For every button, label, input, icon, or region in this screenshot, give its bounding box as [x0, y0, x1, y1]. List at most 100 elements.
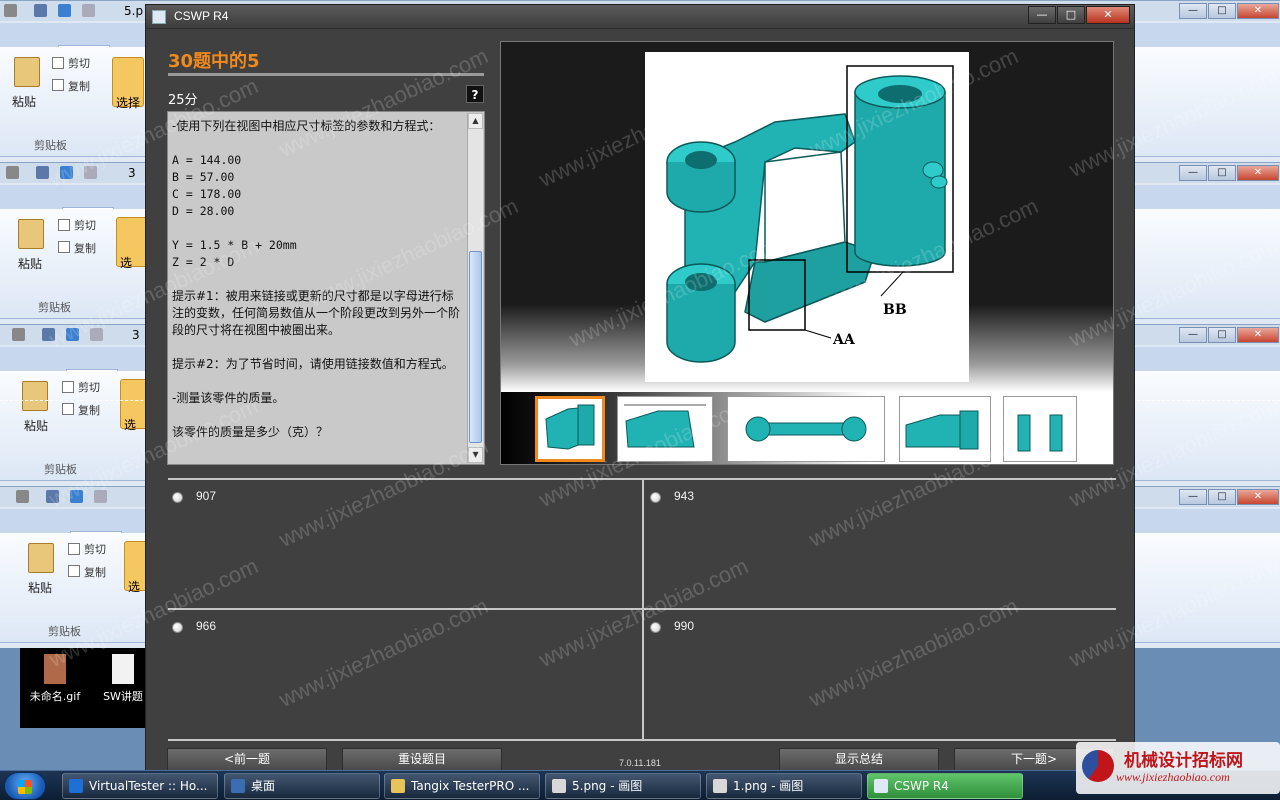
close-button[interactable]: ✕ — [1086, 6, 1130, 24]
clipboard-group-label: 剪贴板 — [34, 139, 67, 152]
save-icon[interactable] — [46, 490, 59, 503]
select-tool[interactable]: 选 — [116, 217, 148, 270]
maximize-button[interactable]: □ — [1208, 327, 1236, 343]
clipboard-icon[interactable] — [14, 57, 40, 87]
taskbar-item-5png[interactable]: 5.png - 画图 — [545, 773, 701, 799]
undo-icon[interactable] — [70, 490, 83, 503]
radio-button[interactable] — [172, 622, 183, 633]
previous-question-button[interactable]: <前一题 — [167, 748, 327, 771]
radio-button[interactable] — [650, 492, 661, 503]
copy-button[interactable]: 复制 — [84, 564, 106, 580]
clipboard-icon[interactable] — [28, 543, 54, 573]
clipboard-icon[interactable] — [18, 219, 44, 249]
scissors-icon[interactable] — [52, 57, 64, 69]
cut-button[interactable]: 剪切 — [84, 541, 106, 557]
minimize-button[interactable]: — — [1179, 489, 1207, 505]
start-button[interactable] — [4, 772, 46, 800]
close-button[interactable]: ✕ — [1237, 165, 1279, 181]
minimize-button[interactable]: — — [1179, 3, 1207, 19]
minimize-button[interactable]: — — [1179, 327, 1207, 343]
save-icon[interactable] — [34, 4, 47, 17]
close-button[interactable]: ✕ — [1237, 327, 1279, 343]
header-divider — [168, 73, 484, 76]
cut-button[interactable]: 剪切 — [74, 217, 96, 233]
minimize-button[interactable]: — — [1179, 165, 1207, 181]
paint-icon — [552, 779, 566, 793]
redo-icon[interactable] — [94, 490, 107, 503]
thumbnail-5[interactable] — [1003, 396, 1077, 462]
save-icon[interactable] — [42, 328, 55, 341]
scroll-thumb[interactable] — [469, 251, 482, 443]
answer-option-2[interactable]: 943 — [646, 480, 1116, 608]
help-button[interactable]: ? — [466, 85, 484, 103]
answer-option-1[interactable]: 907 — [168, 480, 638, 608]
answer-grid: 907 943 966 990 — [168, 478, 1116, 741]
close-button[interactable]: ✕ — [1237, 3, 1279, 19]
part-image[interactable]: AA BB — [645, 52, 969, 382]
copy-icon[interactable] — [58, 241, 70, 253]
undo-icon[interactable] — [66, 328, 79, 341]
close-button[interactable]: ✕ — [1237, 489, 1279, 505]
clipboard-icon[interactable] — [22, 381, 48, 411]
copy-icon[interactable] — [62, 403, 74, 415]
taskbar-item-testerpro[interactable]: Tangix TesterPRO ... — [384, 773, 540, 799]
thumbnail-2[interactable] — [617, 396, 713, 462]
question-line: -测量该零件的质量。 — [172, 391, 285, 405]
cut-button[interactable]: 剪切 — [68, 55, 90, 71]
desktop-file-gif[interactable]: 未命名.gif — [24, 648, 86, 704]
scissors-icon[interactable] — [68, 543, 80, 555]
undo-icon[interactable] — [58, 4, 71, 17]
scroll-up-arrow-icon[interactable]: ▲ — [468, 113, 483, 129]
maximize-button[interactable]: □ — [1208, 3, 1236, 19]
paste-button[interactable]: 粘贴 — [18, 255, 42, 272]
radio-button[interactable] — [172, 492, 183, 503]
paint-app-icon — [6, 166, 19, 179]
redo-icon[interactable] — [82, 4, 95, 17]
copy-button[interactable]: 复制 — [78, 402, 100, 418]
question-text-panel[interactable]: -使用下列在视图中相应尺寸标签的参数和方程式： A = 144.00 B = 5… — [167, 111, 485, 465]
reset-question-button[interactable]: 重设题目 — [342, 748, 502, 771]
redo-icon[interactable] — [90, 328, 103, 341]
copy-button[interactable]: 复制 — [68, 78, 90, 94]
scroll-down-arrow-icon[interactable]: ▼ — [468, 447, 483, 463]
select-tool[interactable]: 选择 — [112, 57, 144, 110]
dialog-titlebar[interactable]: CSWP R4 — □ ✕ — [146, 5, 1134, 29]
maximize-button[interactable]: □ — [1208, 489, 1236, 505]
answer-option-3[interactable]: 966 — [168, 610, 638, 738]
taskbar-item-1png[interactable]: 1.png - 画图 — [706, 773, 862, 799]
paste-button[interactable]: 粘贴 — [24, 417, 48, 434]
window-controls: — □ ✕ — [1179, 489, 1280, 507]
taskbar-item-cswp[interactable]: CSWP R4 — [867, 773, 1023, 799]
maximize-button[interactable]: □ — [1057, 6, 1085, 24]
thumbnail-4[interactable] — [899, 396, 991, 462]
brand-logo-overlay: 机械设计招标网 www.jixiezhaobiao.com — [1076, 742, 1280, 794]
maximize-button[interactable]: □ — [1208, 165, 1236, 181]
version-label: 7.0.11.181 — [619, 758, 661, 768]
thumbnail-drawing — [745, 416, 867, 442]
answer-option-4[interactable]: 990 — [646, 610, 1116, 738]
scissors-icon[interactable] — [58, 219, 70, 231]
minimize-button[interactable]: — — [1028, 6, 1056, 24]
taskbar-item-virtualtester[interactable]: VirtualTester :: Ho... — [62, 773, 218, 799]
desktop-area: 未命名.gif SW讲题 — [20, 648, 150, 728]
thumbnail-3[interactable] — [727, 396, 885, 462]
undo-icon[interactable] — [60, 166, 73, 179]
cut-button[interactable]: 剪切 — [78, 379, 100, 395]
radio-button[interactable] — [650, 622, 661, 633]
part-drawing: AA BB — [666, 65, 954, 363]
copy-icon[interactable] — [52, 79, 64, 91]
taskbar-item-desktop[interactable]: 桌面 — [224, 773, 380, 799]
divider — [642, 478, 644, 741]
file-name: SW讲题 — [103, 690, 143, 703]
paste-button[interactable]: 粘贴 — [28, 579, 52, 596]
redo-icon[interactable] — [84, 166, 97, 179]
save-icon[interactable] — [36, 166, 49, 179]
paste-button[interactable]: 粘贴 — [12, 93, 36, 110]
show-summary-button[interactable]: 显示总结 — [779, 748, 939, 771]
scissors-icon[interactable] — [62, 381, 74, 393]
copy-button[interactable]: 复制 — [74, 240, 96, 256]
copy-icon[interactable] — [68, 565, 80, 577]
question-scrollbar[interactable]: ▲ ▼ — [467, 113, 483, 463]
thumbnail-1[interactable] — [535, 396, 605, 462]
answer-label: 966 — [196, 619, 217, 633]
